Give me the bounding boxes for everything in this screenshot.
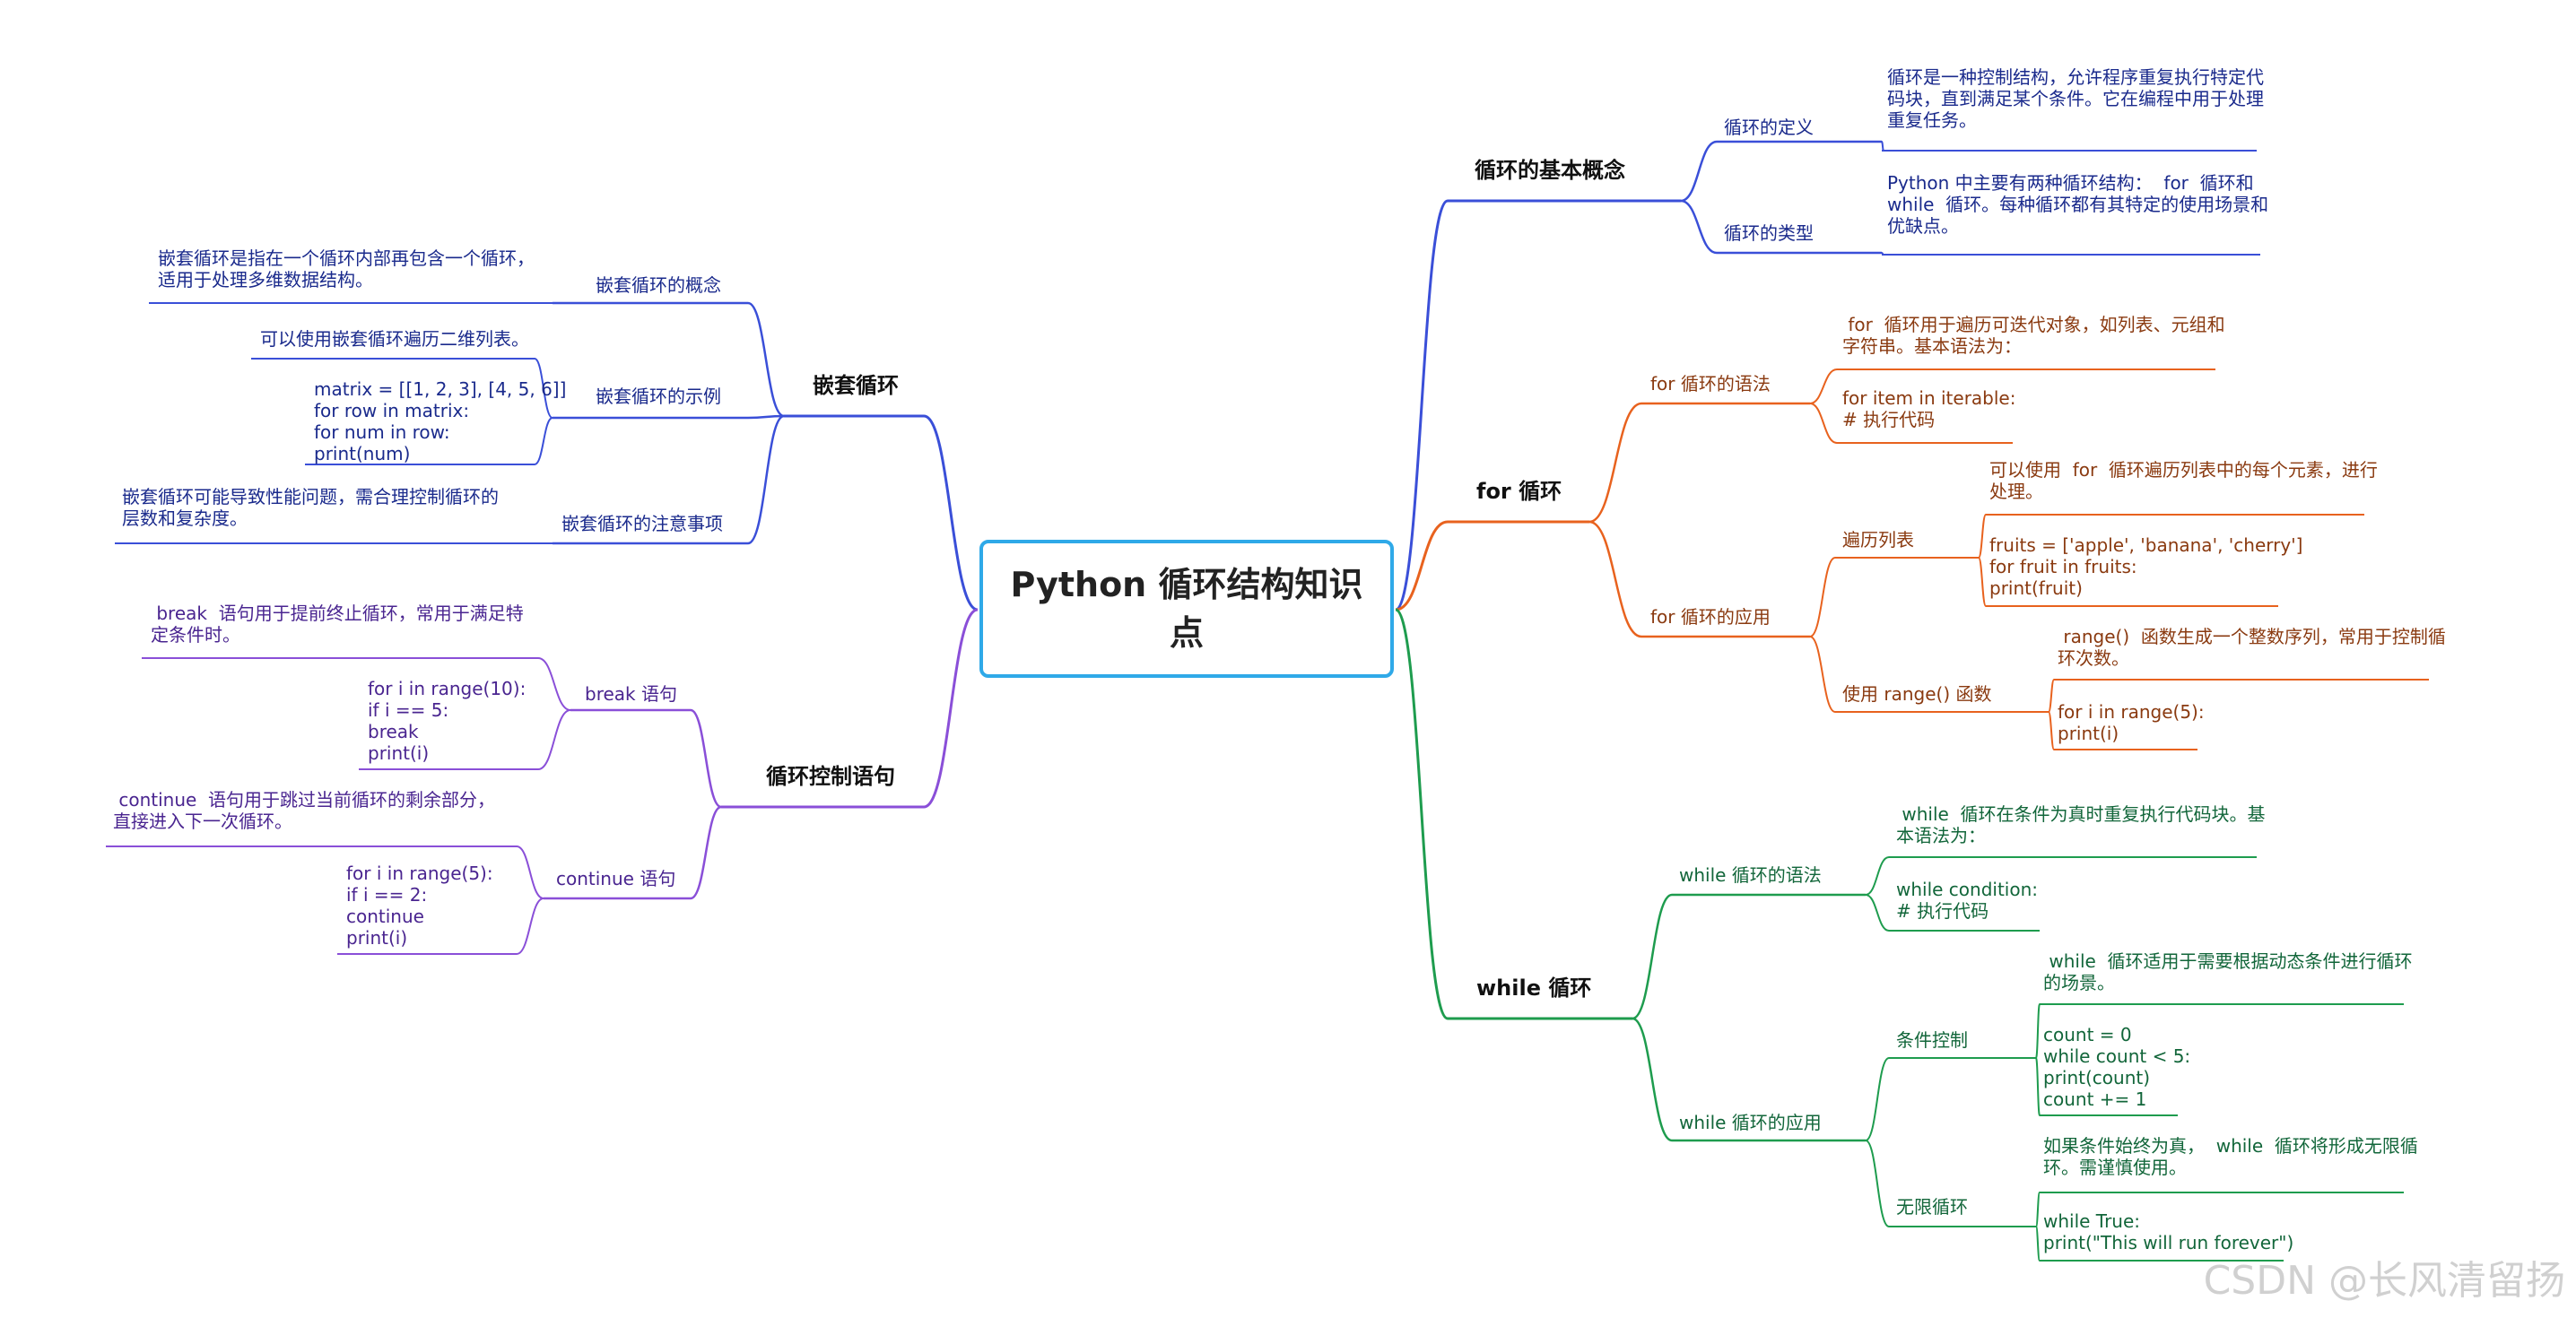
connector-curve [1632,893,1673,1020]
connector-curve [2035,1003,2041,1059]
leaf-continue-desc: continue 语句用于跳过当前循环的剩余部分， 直接进入下一次循环。 [113,789,496,832]
root-node[interactable]: Python 循环结构知识 点 [979,540,1394,678]
leaf-while-syntax-desc: while 循环在条件为真时重复执行代码块。基 本语法为： [1896,803,2266,846]
leaf-loop-definition: 循环是一种控制结构，允许程序重复执行特定代 码块，直到满足某个条件。它在编程中用… [1887,66,2264,131]
connector-curve [747,414,785,420]
leaf-loop-types: Python 中主要有两种循环结构： for 循环和 while 循环。每种循环… [1887,172,2269,237]
watermark: CSDN @长风清留扬 [2203,1258,2565,1304]
node-use-range[interactable]: 使用 range() 函数 [1842,683,1991,705]
leaf-infinite-loop-code: while True: print("This will run forever… [2043,1210,2294,1253]
connector-curve [1809,557,1836,637]
leaf-nested-notes: 嵌套循环可能导致性能问题，需合理控制循环的 层数和复杂度。 [122,486,499,529]
connector-curve [1809,403,1838,444]
connector-curve [690,805,722,900]
connector-curve [516,845,544,899]
branch-nested-loop[interactable]: 嵌套循环 [813,375,899,396]
leaf-continue-code: for i in range(5): if i == 2: continue p… [346,863,493,949]
connector-curve [1978,514,1987,559]
branch-while-loop[interactable]: while 循环 [1476,977,1591,999]
leaf-for-syntax-code: for item in iterable: # 执行代码 [1842,387,2016,430]
node-nested-notes[interactable]: 嵌套循环的注意事项 [561,513,723,534]
node-while-application[interactable]: while 循环的应用 [1679,1112,1822,1133]
connector-curve [747,301,785,418]
leaf-condition-control-desc: while 循环适用于需要根据动态条件进行循环 的场景。 [2043,950,2413,993]
connector-curve [2035,1057,2041,1116]
connector-curve [1865,894,1890,932]
branch-basic-concepts[interactable]: 循环的基本概念 [1475,160,1625,181]
connector-curve [1809,636,1836,713]
connector-curve [1680,199,1718,255]
connector-curve [1881,141,1884,152]
node-break-statement[interactable]: break 语句 [585,683,677,705]
node-continue-statement[interactable]: continue 语句 [556,868,675,889]
leaf-nested-example-desc: 可以使用嵌套循环遍历二维列表。 [260,328,529,350]
leaf-use-range-desc: range() 函数生成一个整数序列，常用于控制循 环次数。 [2058,626,2446,669]
leaf-nested-concept: 嵌套循环是指在一个循环内部再包含一个循环， 适用于处理多维数据结构。 [158,247,535,290]
node-loop-types[interactable]: 循环的类型 [1724,222,1814,244]
connector-curve [1588,402,1642,524]
leaf-for-syntax-desc: for 循环用于遍历可迭代对象，如列表、元组和 字符串。基本语法为： [1842,314,2225,357]
node-condition-control[interactable]: 条件控制 [1896,1029,1968,1051]
node-nested-concept[interactable]: 嵌套循环的概念 [596,274,721,296]
node-while-syntax[interactable]: while 循环的语法 [1679,864,1822,886]
link-root-while [1395,608,1449,1020]
node-loop-definition[interactable]: 循环的定义 [1724,117,1814,138]
node-infinite-loop[interactable]: 无限循环 [1896,1196,1968,1218]
leaf-condition-control-code: count = 0 while count < 5: print(count) … [2043,1024,2191,1110]
node-for-syntax[interactable]: for 循环的语法 [1650,373,1771,395]
link-root-basic [1395,199,1449,611]
node-for-application[interactable]: for 循环的应用 [1650,606,1771,628]
branch-for-loop[interactable]: for 循环 [1476,481,1562,502]
connector-curve [1588,520,1642,638]
leaf-break-desc: break 语句用于提前终止循环，常用于满足特 定条件时。 [151,603,524,646]
connector-curve [1680,140,1718,203]
connector-curve [2048,679,2055,713]
node-iterate-list[interactable]: 遍历列表 [1842,529,1914,551]
leaf-iterate-list-code: fruits = ['apple', 'banana', 'cherry'] f… [1989,534,2303,599]
connector-curve [1865,1057,1890,1141]
connector-curve [1865,856,1890,896]
connector-curve [1632,1017,1673,1142]
branch-loop-control[interactable]: 循环控制语句 [766,766,895,787]
leaf-break-code: for i in range(10): if i == 5: break pri… [368,678,527,764]
connector-curve [2048,711,2055,750]
connector-curve [516,897,544,955]
leaf-iterate-list-desc: 可以使用 for 循环遍历列表中的每个元素，进行 处理。 [1989,459,2378,502]
leaf-use-range-code: for i in range(5): print(i) [2058,701,2205,744]
connector-curve [1809,369,1838,404]
leaf-infinite-loop-desc: 如果条件始终为真， while 循环将形成无限循 环。需谨慎使用。 [2043,1135,2418,1178]
connector-curve [537,709,571,770]
connector-curve [2035,1226,2041,1262]
leaf-while-syntax-code: while condition: # 执行代码 [1896,879,2039,922]
link-root-control [923,608,979,809]
link-root-nested [923,414,979,611]
connector-curve [747,414,785,545]
connector-curve [690,708,722,809]
node-nested-example[interactable]: 嵌套循环的示例 [596,386,721,407]
leaf-nested-example-code: matrix = [[1, 2, 3], [4, 5, 6]] for row … [314,378,567,464]
connector-curve [1865,1140,1890,1227]
connector-curve [1978,557,1987,607]
mind-map-canvas: Python 循环结构知识 点 循环的基本概念 循环的定义 循环是一种控制结构，… [0,0,2576,1318]
connector-curve [537,657,571,711]
connector-curve [2035,1192,2041,1227]
